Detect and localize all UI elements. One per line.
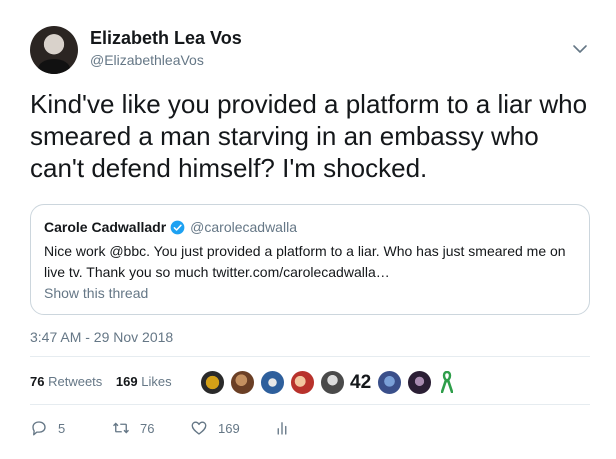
- divider: [30, 356, 590, 357]
- liker-avatar[interactable]: [290, 369, 315, 395]
- quoted-tweet-header: Carole Cadwalladr @carolecadwalla: [44, 219, 297, 235]
- reply-icon: [32, 421, 46, 436]
- quoted-author-name: Carole Cadwalladr: [44, 219, 167, 235]
- tweet-timestamp[interactable]: 3:47 AM - 29 Nov 2018: [30, 329, 173, 345]
- retweets-label[interactable]: Retweets: [48, 374, 102, 389]
- like-count: 169: [218, 420, 240, 436]
- liker-avatar[interactable]: [230, 369, 255, 395]
- likes-label[interactable]: Likes: [141, 374, 171, 389]
- author-avatar[interactable]: [30, 26, 78, 74]
- liker-avatar-number[interactable]: 42: [350, 370, 371, 395]
- liker-avatar[interactable]: [377, 369, 403, 395]
- bar-chart-icon: [277, 422, 287, 435]
- show-thread-link[interactable]: Show this thread: [44, 285, 148, 301]
- author-name[interactable]: Elizabeth Lea Vos: [90, 28, 242, 49]
- retweet-button[interactable]: 76: [112, 419, 154, 437]
- like-button[interactable]: 169: [190, 419, 240, 437]
- reply-count: 5: [58, 420, 66, 436]
- awareness-ribbon-icon[interactable]: [441, 371, 454, 393]
- quoted-author-handle: @carolecadwalla: [190, 219, 297, 235]
- liker-avatar[interactable]: [260, 369, 285, 395]
- quoted-tweet-text: Nice work @bbc. You just provided a plat…: [44, 243, 566, 280]
- retweet-count: 76: [140, 420, 155, 436]
- liker-avatar[interactable]: [320, 369, 345, 395]
- tweet-text: Kind've like you provided a platform to …: [30, 89, 588, 183]
- retweet-icon: [113, 422, 129, 434]
- liker-avatar[interactable]: [200, 369, 225, 395]
- liker-avatars: 42: [200, 369, 454, 395]
- divider: [30, 404, 590, 405]
- reply-button[interactable]: 5: [30, 419, 65, 437]
- author-handle[interactable]: @ElizabethleaVos: [90, 52, 204, 68]
- chevron-down-icon[interactable]: [572, 42, 588, 56]
- engagement-stats: 76 Retweets 169 Likes: [30, 374, 182, 389]
- retweets-count[interactable]: 76: [30, 374, 44, 389]
- verified-badge-icon: [170, 220, 185, 234]
- analytics-button[interactable]: [273, 419, 301, 437]
- liker-avatar[interactable]: [407, 369, 433, 395]
- heart-icon: [191, 421, 207, 435]
- quoted-tweet[interactable]: Carole Cadwalladr @carolecadwalla Nice w…: [30, 204, 590, 315]
- likes-count[interactable]: 169: [116, 374, 138, 389]
